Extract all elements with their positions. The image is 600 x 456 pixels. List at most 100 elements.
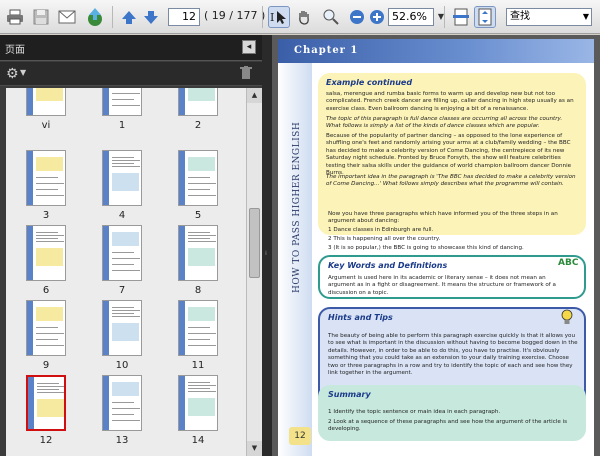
thumbnail-line xyxy=(36,339,58,340)
page-thumbnail[interactable] xyxy=(26,375,66,431)
page-thumbnail[interactable] xyxy=(102,225,142,281)
thumbnail-label: 4 xyxy=(118,210,126,221)
zoom-in-icon[interactable] xyxy=(366,6,388,28)
page-thumbnail[interactable] xyxy=(26,88,66,116)
scroll-up-icon[interactable]: ▲ xyxy=(247,88,262,103)
panel-splitter[interactable]: ⁞ xyxy=(262,35,272,456)
page-thumbnail[interactable] xyxy=(178,150,218,206)
page-thumbnail[interactable] xyxy=(102,88,142,116)
thumbnail-line xyxy=(188,195,216,196)
list-item: 1 Identify the topic sentence or main id… xyxy=(328,409,501,415)
thumbnail-scrollbar[interactable]: ▲ ▼ xyxy=(246,88,262,456)
thumbnail-line xyxy=(112,105,140,106)
chevron-down-icon[interactable]: ▼ xyxy=(20,68,26,77)
document-view[interactable]: Chapter 1 HOW TO PASS HIGHER ENGLISH Exa… xyxy=(272,35,600,456)
thumbnail-line xyxy=(36,345,64,346)
zoom-select-icon[interactable] xyxy=(320,6,342,28)
thumbnail-line xyxy=(188,238,210,239)
select-text-icon[interactable]: I xyxy=(268,6,290,28)
thumbnail-label: vi xyxy=(41,120,51,131)
thumbnail-line xyxy=(188,241,216,242)
chevron-down-icon[interactable]: ▼ xyxy=(435,8,447,26)
thumbnail-line xyxy=(37,389,59,390)
pages-panel: 页面 ◂ ⚙ ▼ vi 1 2 3 4 5 6 7 8 9 10 11 12 13 14 ▲ ▼ xyxy=(0,35,262,456)
thumbnail-line xyxy=(188,345,216,346)
scrollbar-thumb[interactable] xyxy=(249,208,260,278)
upload-globe-icon[interactable] xyxy=(84,6,106,28)
thumbnail-line xyxy=(112,166,140,167)
thumbnail-line xyxy=(112,163,134,164)
page-thumbnail[interactable] xyxy=(102,375,142,431)
thumbnail-label: 11 xyxy=(191,360,205,371)
page-thumbnail[interactable] xyxy=(178,88,218,116)
thumbnail-line xyxy=(112,414,134,415)
page-number-badge: 12 xyxy=(289,427,311,445)
thumbnail-line xyxy=(112,93,140,94)
thumbnail-line xyxy=(188,385,216,386)
page-number-input[interactable]: 12 xyxy=(168,8,200,26)
thumbnail-label: 12 xyxy=(39,435,53,446)
thumbnail-box xyxy=(188,248,215,266)
thumbnail-box xyxy=(37,399,64,417)
thumbnail-line xyxy=(36,333,64,334)
example-heading: Example continued xyxy=(326,78,413,87)
scroll-down-icon[interactable]: ▼ xyxy=(247,441,262,456)
zoom-out-icon[interactable] xyxy=(346,6,368,28)
thumbnail-line xyxy=(112,420,140,421)
hand-tool-icon[interactable] xyxy=(293,6,315,28)
thumbnail-line xyxy=(188,333,216,334)
thumbnail-line xyxy=(112,264,134,265)
list-item: 2 Look at a sequence of these paragraphs… xyxy=(328,419,568,433)
chapter-header: Chapter 1 xyxy=(278,39,594,63)
keywords-heading: Key Words and Definitions xyxy=(328,261,448,270)
thumbnail-box xyxy=(112,173,139,191)
thumbnail-line xyxy=(188,189,210,190)
page-thumbnail[interactable] xyxy=(102,300,142,356)
thumbnail-list[interactable]: vi 1 2 3 4 5 6 7 8 9 10 11 12 13 14 xyxy=(6,88,246,456)
abc-icon: ABC xyxy=(558,258,579,268)
thumbnail-box xyxy=(36,307,63,321)
page-thumbnail[interactable] xyxy=(26,150,66,206)
page-thumbnail[interactable] xyxy=(26,300,66,356)
thumbnail-line xyxy=(112,307,134,308)
page-thumbnail[interactable] xyxy=(178,300,218,356)
page-thumbnail[interactable] xyxy=(26,225,66,281)
gear-icon[interactable]: ⚙ xyxy=(6,66,19,82)
thumbnail-label: 3 xyxy=(42,210,50,221)
thumbnail-line xyxy=(37,386,64,387)
thumbnail-label: 2 xyxy=(194,120,202,131)
thumbnail-band xyxy=(103,88,109,115)
chevron-down-icon[interactable]: ▼ xyxy=(583,9,589,25)
thumbnail-line xyxy=(188,232,210,233)
thumbnail-line xyxy=(36,177,58,178)
thumbnail-line xyxy=(112,99,134,100)
previous-page-icon[interactable] xyxy=(118,6,140,28)
trash-icon[interactable] xyxy=(240,66,252,83)
thumbnail-line xyxy=(36,327,58,328)
zoom-level-input[interactable]: 52.6% xyxy=(388,8,434,26)
panel-title: 页面 xyxy=(5,45,25,56)
thumbnail-line xyxy=(112,252,134,253)
grip-icon: ⁞ xyxy=(265,250,267,257)
thumbnail-line xyxy=(112,310,140,311)
thumbnail-line xyxy=(112,160,140,161)
search-input[interactable]: 查找 ▼ xyxy=(506,8,592,26)
print-icon[interactable] xyxy=(4,6,26,28)
next-page-icon[interactable] xyxy=(140,6,162,28)
fit-width-icon[interactable] xyxy=(450,6,472,28)
thumbnail-band xyxy=(103,151,109,205)
save-icon[interactable] xyxy=(30,6,52,28)
fit-page-icon[interactable] xyxy=(474,6,496,28)
chapter-title: Chapter 1 xyxy=(294,45,359,56)
email-icon[interactable] xyxy=(56,6,78,28)
page-thumbnail[interactable] xyxy=(178,375,218,431)
thumbnail-band xyxy=(179,151,185,205)
thumbnail-box xyxy=(188,398,215,416)
keywords-box: Key Words and Definitions Argument is us… xyxy=(318,255,586,299)
thumbnail-line xyxy=(36,238,58,239)
page-thumbnail[interactable] xyxy=(102,150,142,206)
collapse-panel-button[interactable]: ◂ xyxy=(242,40,256,54)
thumbnail-label: 14 xyxy=(191,435,205,446)
side-title: HOW TO PASS HIGHER ENGLISH xyxy=(292,121,302,293)
page-thumbnail[interactable] xyxy=(178,225,218,281)
